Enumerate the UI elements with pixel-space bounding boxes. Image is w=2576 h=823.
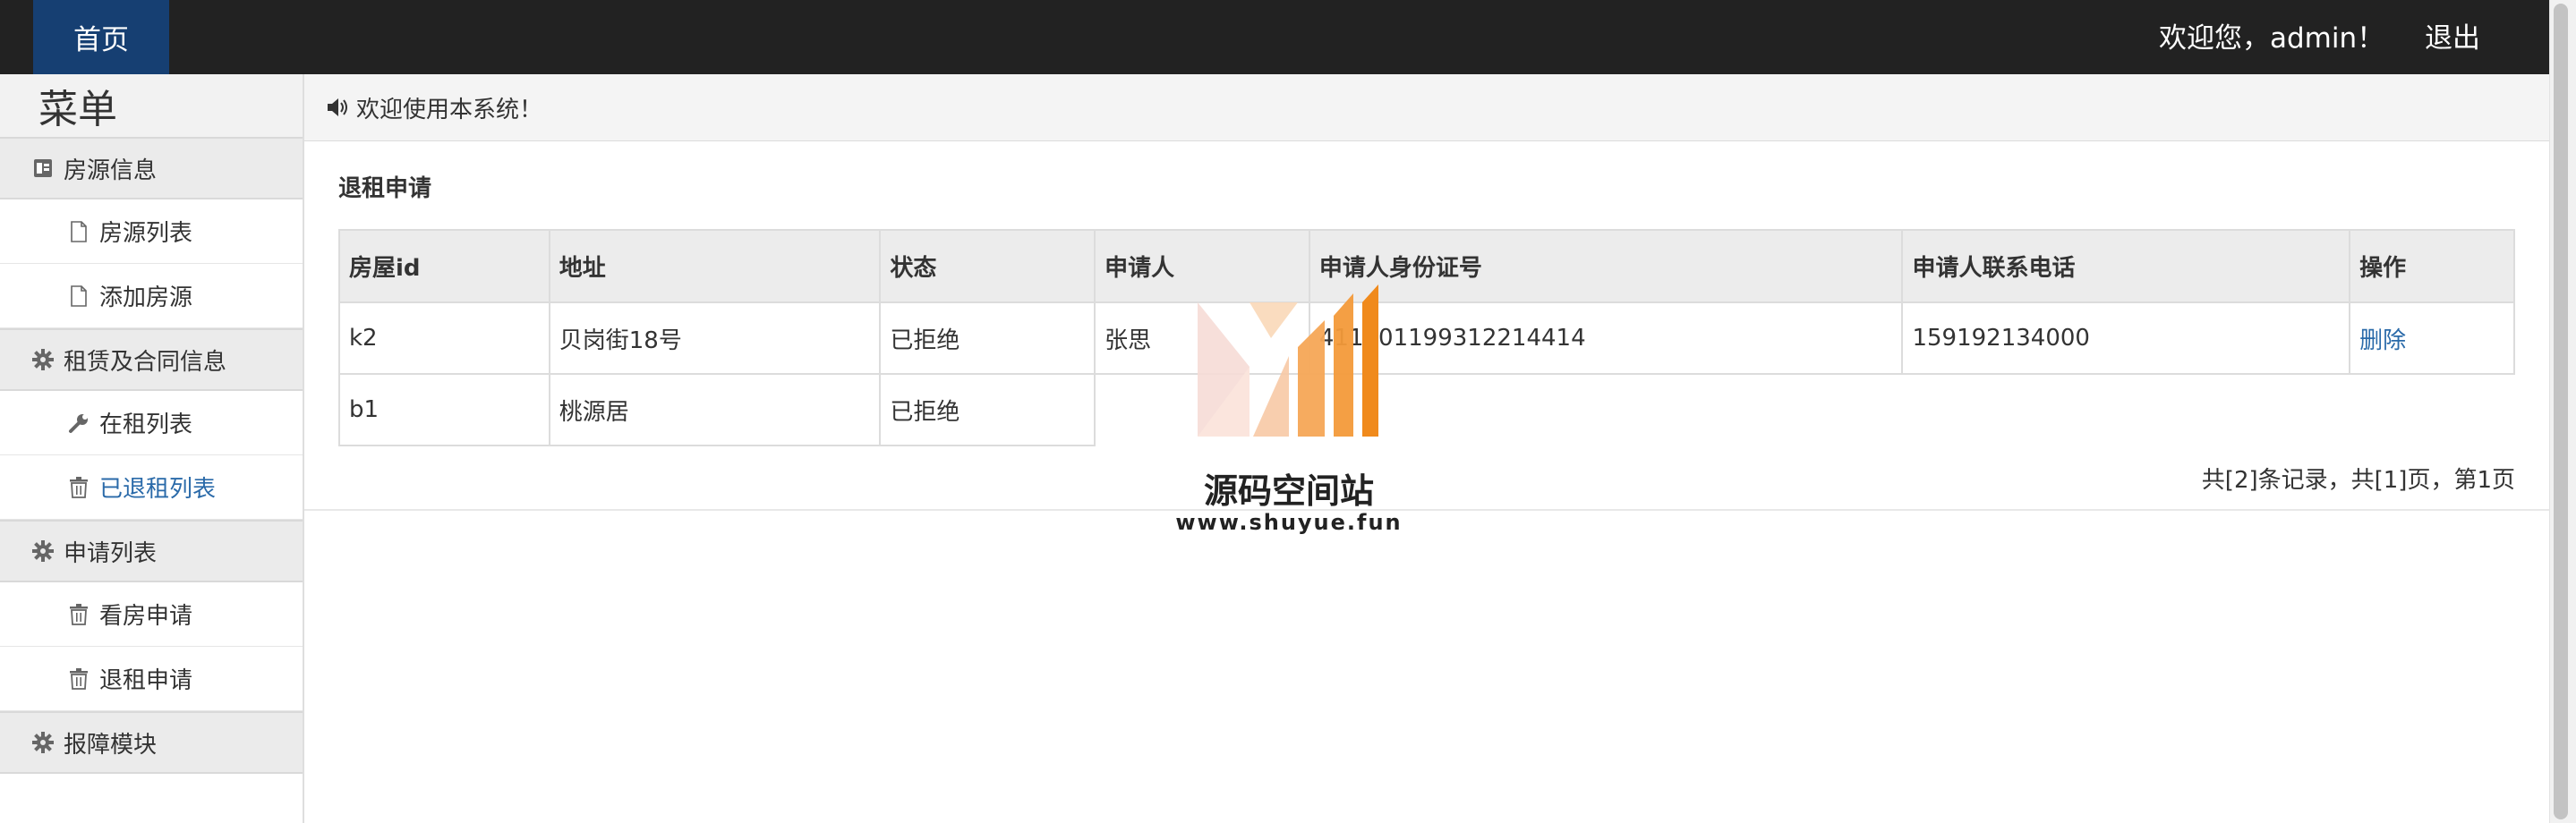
trash-icon — [65, 667, 92, 690]
column-header-status: 状态 — [879, 229, 1096, 303]
table-header-row: 房屋id 地址 状态 申请人 申请人身份证号 申请人联系电话 操作 — [338, 229, 2515, 303]
sidebar-menu: 菜单 房源信息 房源列表 添加房源 租赁及合同信息 在租列表 已退租列表 申请列… — [0, 74, 304, 823]
id-card-icon — [30, 158, 56, 178]
cell-status: 已拒绝 — [879, 373, 1096, 446]
notice-bar: 欢迎使用本系统！ — [304, 74, 2549, 141]
cell-house-id: b1 — [338, 373, 550, 446]
top-navbar: 首页 欢迎您，admin！ 退出 — [0, 0, 2549, 74]
pagination-info: 共[2]条记录，共[1]页，第1页 — [2201, 467, 2515, 494]
menu-group-label: 申请列表 — [64, 539, 158, 567]
notice-text: 欢迎使用本系统！ — [356, 96, 543, 123]
sidebar-item-viewing-requests[interactable]: 看房申请 — [0, 582, 303, 647]
gear-icon — [30, 349, 56, 370]
table-row: b1 桃源居 已拒绝 — [338, 373, 2514, 446]
cell-address: 贝岗街18号 — [548, 301, 882, 375]
file-icon — [65, 220, 92, 242]
sidebar-item-label: 退租申请 — [99, 667, 193, 694]
column-header-house-id: 房屋id — [338, 229, 550, 303]
watermark-url: www.shuyue.fun — [1175, 510, 1403, 535]
cell-empty — [2350, 374, 2514, 445]
menu-group-applications[interactable]: 申请列表 — [0, 520, 303, 582]
menu-group-label: 房源信息 — [64, 157, 158, 184]
sidebar-item-move-out-requests[interactable]: 退租申请 — [0, 647, 303, 711]
column-header-phone: 申请人联系电话 — [1901, 229, 2351, 303]
sidebar-item-house-list[interactable]: 房源列表 — [0, 199, 303, 264]
menu-group-label: 报障模块 — [64, 731, 158, 759]
column-header-action: 操作 — [2349, 229, 2515, 303]
sidebar-item-renting-list[interactable]: 在租列表 — [0, 391, 303, 455]
gear-icon — [30, 732, 56, 753]
trash-icon — [65, 476, 92, 498]
gear-icon — [30, 540, 56, 562]
cell-status: 已拒绝 — [879, 301, 1096, 375]
divider — [304, 509, 2549, 511]
sidebar-item-label: 添加房源 — [99, 284, 193, 311]
scrollbar-thumb[interactable] — [2554, 4, 2568, 819]
sidebar-title: 菜单 — [0, 74, 303, 137]
logout-link[interactable]: 退出 — [2425, 0, 2480, 70]
menu-group-label: 租赁及合同信息 — [64, 348, 227, 376]
cell-action: 删除 — [2349, 301, 2515, 375]
column-header-address: 地址 — [548, 229, 882, 303]
cell-phone: 159192134000 — [1901, 301, 2351, 375]
nav-home-link[interactable]: 首页 — [33, 0, 169, 74]
menu-group-fault-report[interactable]: 报障模块 — [0, 711, 303, 774]
delete-link[interactable]: 删除 — [2359, 327, 2406, 354]
cell-address: 桃源居 — [548, 373, 882, 446]
wrench-icon — [65, 412, 92, 434]
file-icon — [65, 284, 92, 307]
page-title: 退租申请 — [338, 175, 432, 202]
menu-group-lease-contract[interactable]: 租赁及合同信息 — [0, 328, 303, 391]
watermark-title: 源码空间站 — [1203, 471, 1374, 511]
cell-empty — [1902, 374, 2350, 445]
speaker-icon — [324, 97, 351, 118]
trash-icon — [65, 603, 92, 625]
menu-group-house-info[interactable]: 房源信息 — [0, 137, 303, 199]
sidebar-item-label: 在租列表 — [99, 412, 193, 438]
sidebar-item-label: 看房申请 — [99, 603, 193, 630]
move-out-table: 房屋id 地址 状态 申请人 申请人身份证号 申请人联系电话 操作 k2 贝岗街… — [338, 229, 2515, 446]
sidebar-item-ended-lease-list[interactable]: 已退租列表 — [0, 455, 303, 520]
welcome-message: 欢迎您，admin！ — [2159, 21, 2385, 55]
cell-house-id: k2 — [338, 301, 550, 375]
watermark: 源码空间站 www.shuyue.fun — [1164, 284, 1414, 544]
sidebar-item-add-house[interactable]: 添加房源 — [0, 264, 303, 328]
table-row: k2 贝岗街18号 已拒绝 张思 411301199312214414 1591… — [338, 301, 2515, 375]
sidebar-item-label: 已退租列表 — [99, 476, 217, 503]
sidebar-item-label: 房源列表 — [99, 220, 193, 247]
watermark-logo-icon — [1198, 284, 1378, 437]
